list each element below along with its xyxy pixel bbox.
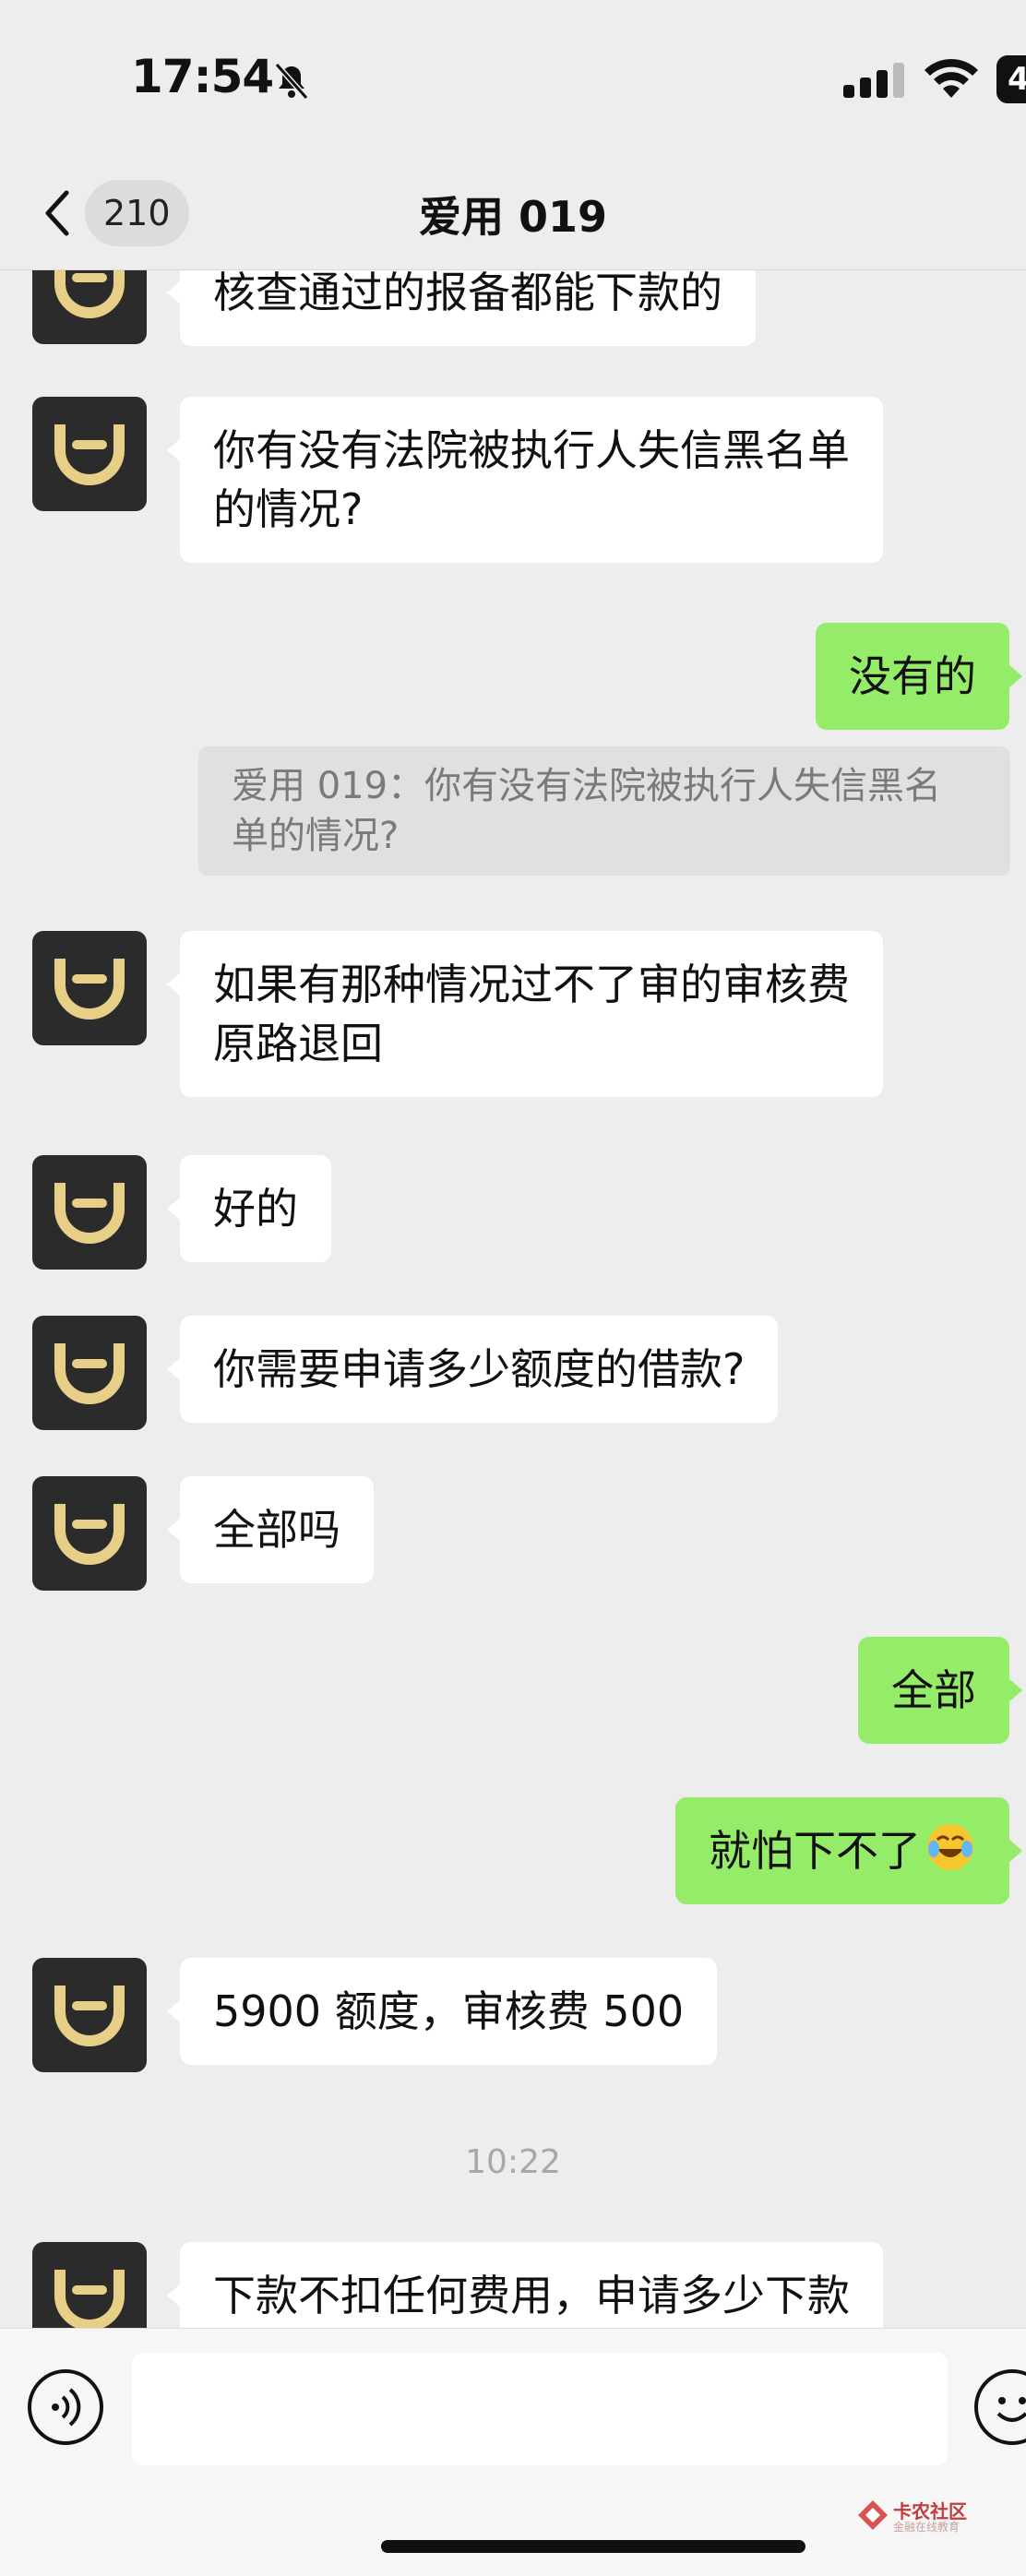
app-logo-icon xyxy=(54,2270,125,2328)
app-logo-icon xyxy=(54,959,125,1020)
contact-avatar[interactable] xyxy=(32,931,147,1045)
app-logo-icon xyxy=(54,1343,125,1404)
time-divider: 10:22 xyxy=(465,2143,561,2181)
bell-slash-icon xyxy=(274,63,309,100)
outgoing-message-bubble[interactable]: 全部 xyxy=(858,1637,1022,1744)
voice-button[interactable] xyxy=(28,2369,103,2445)
outgoing-message-bubble[interactable]: 没有的 xyxy=(816,623,1022,730)
incoming-message-bubble[interactable]: 好的 xyxy=(167,1155,331,1262)
wifi-icon xyxy=(925,58,978,98)
incoming-message-bubble[interactable]: 全部吗 xyxy=(167,1476,374,1583)
status-bar: 17:54 4 xyxy=(0,0,1026,161)
contact-avatar[interactable] xyxy=(32,1155,147,1270)
contact-avatar[interactable] xyxy=(32,270,147,344)
incoming-message-bubble[interactable]: 下款不扣任何费用，申请多少下款 xyxy=(167,2242,883,2328)
contact-avatar[interactable] xyxy=(32,1958,147,2072)
contact-avatar[interactable] xyxy=(32,1476,147,1591)
nav-bar: 210 爱用 019 xyxy=(0,161,1026,270)
app-logo-icon xyxy=(54,1986,125,2046)
message-input-bar: 卡农社区 金融在线教育 xyxy=(0,2328,1026,2576)
message-input[interactable] xyxy=(132,2353,948,2465)
quote-line: 单的情况? xyxy=(232,815,400,857)
watermark-logo: 卡农社区 金融在线教育 xyxy=(856,2495,985,2541)
battery-icon: 4 xyxy=(996,55,1026,103)
app-logo-icon xyxy=(54,270,125,318)
incoming-message-bubble[interactable]: 如果有那种情况过不了审的审核费 原路退回 xyxy=(167,931,883,1097)
quoted-message[interactable]: 爱用 019：你有没有法院被执行人失信黑名 单的情况? xyxy=(198,746,1010,876)
chat-message-list[interactable]: 核查通过的报备都能下款的 你有没有法院被执行人失信黑名单 的情况? 没有的 爱用… xyxy=(0,270,1026,2328)
emoji-button[interactable] xyxy=(974,2369,1026,2445)
incoming-message-bubble[interactable]: 你需要申请多少额度的借款? xyxy=(166,1316,779,1423)
laughing-crying-emoji-icon xyxy=(927,1824,973,1870)
voice-icon xyxy=(52,2388,81,2427)
watermark-icon xyxy=(858,2500,888,2530)
emoji-icon xyxy=(996,2397,1026,2422)
message-line: 如果有那种情况过不了审的审核费 xyxy=(213,960,850,1009)
cellular-signal-icon xyxy=(843,63,904,98)
incoming-message-bubble[interactable]: 核查通过的报备都能下款的 xyxy=(167,270,756,346)
app-logo-icon xyxy=(54,1183,125,1244)
incoming-message-bubble[interactable]: 5900 额度，审核费 500 xyxy=(166,1958,718,2065)
message-line: 你有没有法院被执行人失信黑名单 xyxy=(213,425,850,475)
chat-title: 爱用 019 xyxy=(418,192,608,242)
outgoing-message-bubble[interactable]: 就怕下不了 xyxy=(675,1797,1022,1904)
app-logo-icon xyxy=(54,1504,125,1565)
message-text: 就怕下不了 xyxy=(709,1826,921,1876)
incoming-message-bubble[interactable]: 你有没有法院被执行人失信黑名单 的情况? xyxy=(167,397,883,563)
message-line: 原路退回 xyxy=(213,1019,383,1068)
watermark-subtitle: 金融在线教育 xyxy=(893,2521,960,2534)
contact-avatar[interactable] xyxy=(32,397,147,511)
home-indicator[interactable] xyxy=(381,2540,805,2553)
quote-line: 爱用 019：你有没有法院被执行人失信黑名 xyxy=(232,765,942,807)
contact-avatar[interactable] xyxy=(32,2242,147,2328)
status-time: 17:54 xyxy=(131,50,274,103)
app-logo-icon xyxy=(54,424,125,485)
contact-avatar[interactable] xyxy=(32,1316,147,1430)
message-line: 的情况? xyxy=(213,484,364,534)
